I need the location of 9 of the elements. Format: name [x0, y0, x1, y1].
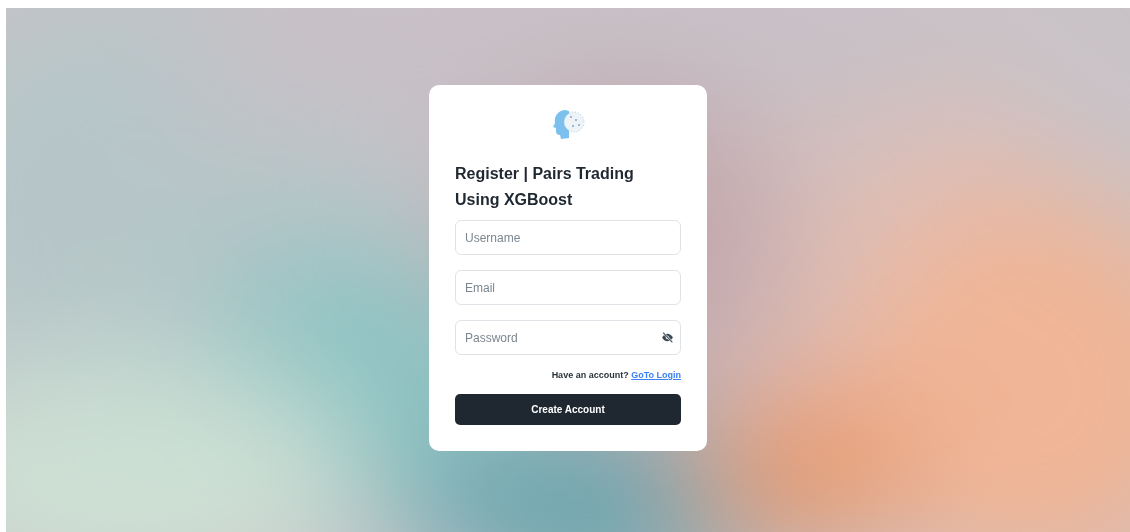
- input-field[interactable]: Password: [455, 320, 681, 355]
- login-link[interactable]: GoTo Login: [631, 370, 681, 380]
- eye-slash-icon[interactable]: [661, 331, 674, 344]
- form-title: Register | Pairs Trading Using XGBoost: [455, 164, 635, 210]
- input-field[interactable]: Email: [455, 270, 681, 305]
- head-icon: [551, 107, 585, 141]
- account-prompt: Have an account?: [551, 370, 629, 380]
- input-field[interactable]: Username: [455, 220, 681, 255]
- create-account-button[interactable]: Create Account: [455, 394, 681, 425]
